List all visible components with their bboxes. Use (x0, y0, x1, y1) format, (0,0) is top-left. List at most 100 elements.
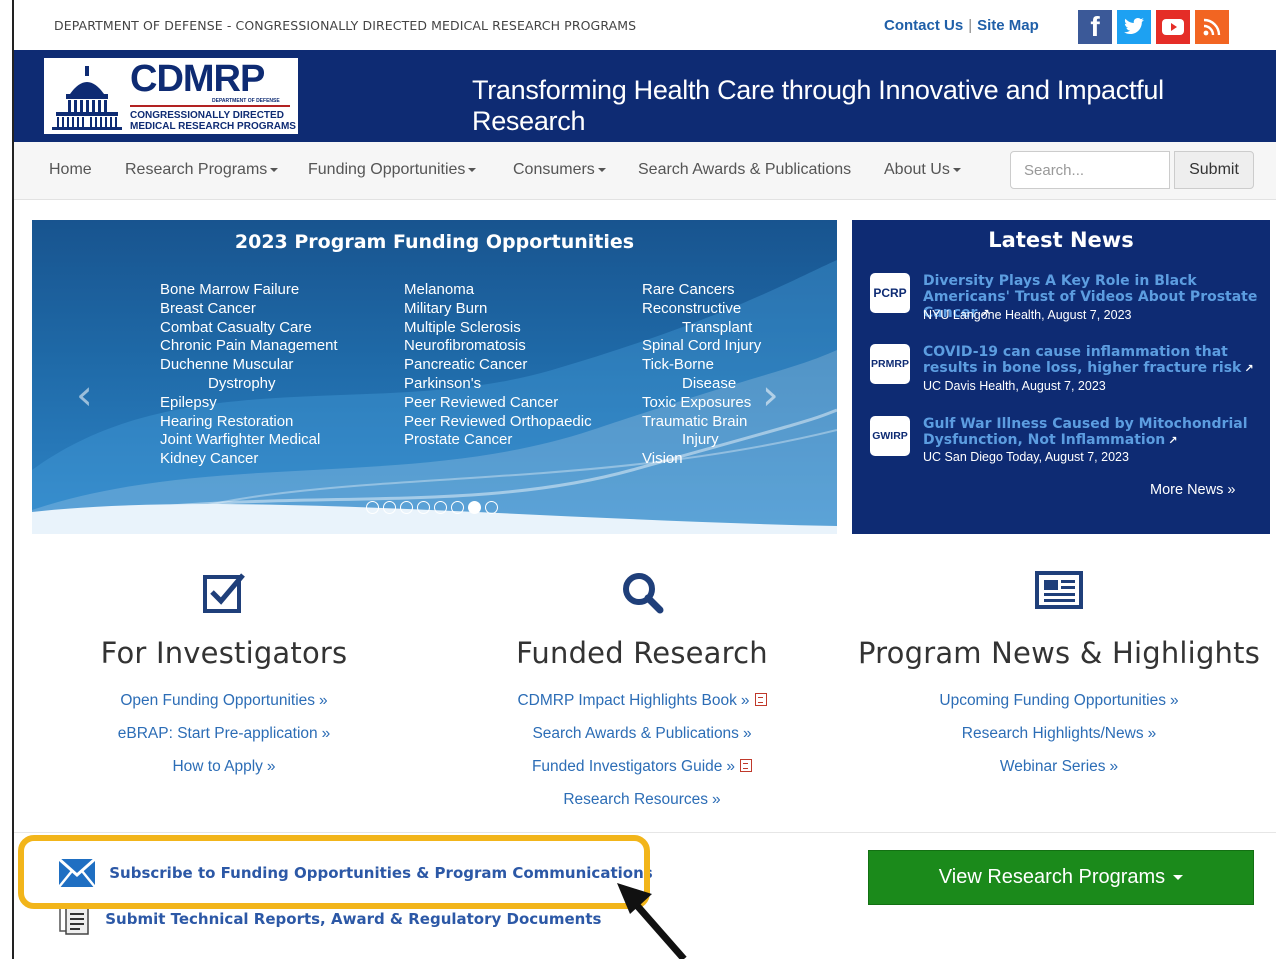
program-link[interactable]: Kidney Cancer (160, 450, 338, 469)
link-label: eBRAP: Start Pre-application (117, 725, 318, 742)
more-news-link[interactable]: More News » (1150, 482, 1235, 498)
link-label: CDMRP Impact Highlights Book (517, 692, 737, 709)
program-link[interactable]: Joint Warfighter Medical (160, 431, 338, 450)
carousel-dot[interactable] (383, 501, 396, 514)
section-divider (14, 832, 1276, 833)
rss-icon[interactable] (1195, 10, 1229, 44)
youtube-icon[interactable] (1156, 10, 1190, 44)
nav-about-us[interactable]: About Us (884, 161, 961, 179)
program-link[interactable]: Rare Cancers (642, 281, 761, 300)
carousel-prev-arrow[interactable]: ‹ (76, 370, 93, 419)
program-link[interactable]: Chronic Pain Management (160, 337, 338, 356)
search-input[interactable] (1010, 151, 1170, 189)
section-links: Open Funding Opportunities» eBRAP: Start… (14, 684, 434, 783)
program-link[interactable]: Parkinson's (404, 375, 592, 394)
program-link[interactable]: Reconstructive (642, 300, 761, 319)
program-link[interactable]: Disease (642, 375, 761, 394)
link-arrow: » (1109, 758, 1119, 775)
program-link[interactable]: Combat Casualty Care (160, 319, 338, 338)
link-label: Open Funding Opportunities (120, 692, 316, 709)
program-link[interactable]: Melanoma (404, 281, 592, 300)
program-link[interactable]: Spinal Cord Injury (642, 337, 761, 356)
nav-funding-opportunities[interactable]: Funding Opportunities (308, 161, 477, 179)
link-label: Funded Investigators Guide (531, 758, 723, 775)
top-links: Contact Us | Site Map (884, 17, 1039, 34)
program-link[interactable]: Duchenne Muscular (160, 356, 338, 375)
nav-about-us-label: About Us (884, 161, 950, 178)
carousel-column-3: Rare Cancers Reconstructive Transplant S… (642, 281, 761, 469)
investigators-guide-link[interactable]: Funded Investigators Guide» (432, 750, 852, 783)
section-links: CDMRP Impact Highlights Book» Search Awa… (432, 684, 852, 816)
carousel-dot[interactable] (485, 501, 498, 514)
link-arrow: » (740, 692, 750, 709)
carousel-dot[interactable] (400, 501, 413, 514)
contact-us-link[interactable]: Contact Us (884, 17, 963, 34)
nav-consumers[interactable]: Consumers (513, 161, 606, 179)
program-link[interactable]: Neurofibromatosis (404, 337, 592, 356)
program-link[interactable]: Peer Reviewed Orthopaedic (404, 413, 592, 432)
program-link[interactable]: Vision (642, 450, 761, 469)
program-link[interactable]: Bone Marrow Failure (160, 281, 338, 300)
view-research-programs-button[interactable]: View Research Programs (868, 850, 1254, 905)
program-link[interactable]: Breast Cancer (160, 300, 338, 319)
program-link[interactable]: Peer Reviewed Cancer (404, 394, 592, 413)
program-link[interactable]: Hearing Restoration (160, 413, 338, 432)
twitter-icon[interactable] (1117, 10, 1151, 44)
carousel-dot[interactable] (451, 501, 464, 514)
news-headline-text: Gulf War Illness Caused by Mitochondrial… (923, 416, 1248, 448)
nav-research-programs[interactable]: Research Programs (125, 161, 279, 179)
program-link[interactable]: Toxic Exposures (642, 394, 761, 413)
facebook-icon[interactable]: f (1078, 10, 1112, 44)
nav-search-awards[interactable]: Search Awards & Publications (638, 161, 851, 179)
program-link[interactable]: Transplant (642, 319, 761, 338)
nav-research-programs-label: Research Programs (125, 161, 268, 178)
research-resources-link[interactable]: Research Resources» (432, 783, 852, 816)
capitol-icon (52, 66, 122, 130)
top-bar: DEPARTMENT OF DEFENSE - CONGRESSIONALLY … (14, 0, 1276, 50)
site-map-link[interactable]: Site Map (977, 17, 1039, 34)
logo-rule (130, 105, 290, 107)
program-link[interactable]: Military Burn (404, 300, 592, 319)
program-link[interactable]: Pancreatic Cancer (404, 356, 592, 375)
how-to-apply-link[interactable]: How to Apply» (14, 750, 434, 783)
link-label: Research Highlights/News (961, 725, 1144, 742)
program-badge: PCRP (870, 273, 910, 313)
program-link[interactable]: Injury (642, 431, 761, 450)
program-link[interactable]: Tick-Borne (642, 356, 761, 375)
upcoming-funding-link[interactable]: Upcoming Funding Opportunities» (849, 684, 1269, 717)
carousel-next-arrow[interactable]: › (762, 370, 779, 419)
carousel-dot[interactable] (434, 501, 447, 514)
program-news-section: Program News & Highlights Upcoming Fundi… (849, 570, 1269, 783)
webinar-series-link[interactable]: Webinar Series» (849, 750, 1269, 783)
program-link[interactable]: Traumatic Brain (642, 413, 761, 432)
cdmrp-logo[interactable]: CDMRP DEPARTMENT OF DEFENSE CONGRESSIONA… (42, 56, 300, 136)
program-link[interactable]: Dystrophy (160, 375, 338, 394)
link-label: How to Apply (172, 758, 263, 775)
carousel-dot[interactable] (468, 501, 481, 514)
main-nav: Home Research Programs Funding Opportuni… (14, 142, 1276, 200)
news-source: UC Davis Health, August 7, 2023 (923, 379, 1106, 393)
program-link[interactable]: Prostate Cancer (404, 431, 592, 450)
section-title: Program News & Highlights (857, 636, 1261, 670)
funding-carousel: 2023 Program Funding Opportunities Bone … (32, 220, 837, 534)
logo-subtitle: CONGRESSIONALLY DIRECTED MEDICAL RESEARC… (130, 110, 296, 132)
caret-down-icon (952, 167, 961, 172)
program-link[interactable]: Multiple Sclerosis (404, 319, 592, 338)
carousel-dot[interactable] (417, 501, 430, 514)
search-submit-button[interactable]: Submit (1174, 151, 1254, 189)
research-highlights-link[interactable]: Research Highlights/News» (849, 717, 1269, 750)
highlight-box (18, 835, 650, 909)
nav-home[interactable]: Home (49, 161, 92, 179)
program-link[interactable]: Epilepsy (160, 394, 338, 413)
view-research-programs-label: View Research Programs (938, 866, 1166, 888)
news-headline-link[interactable]: COVID-19 can cause inflammation that res… (923, 344, 1263, 377)
carousel-dot[interactable] (366, 501, 379, 514)
impact-highlights-link[interactable]: CDMRP Impact Highlights Book» (432, 684, 852, 717)
open-funding-link[interactable]: Open Funding Opportunities» (14, 684, 434, 717)
news-headline-link[interactable]: Gulf War Illness Caused by Mitochondrial… (923, 416, 1263, 449)
nav-funding-opportunities-label: Funding Opportunities (308, 161, 466, 178)
newspaper-icon (849, 570, 1269, 614)
ebrap-link[interactable]: eBRAP: Start Pre-application» (14, 717, 434, 750)
pointer-arrow-icon (617, 883, 687, 959)
search-awards-link[interactable]: Search Awards & Publications» (432, 717, 852, 750)
